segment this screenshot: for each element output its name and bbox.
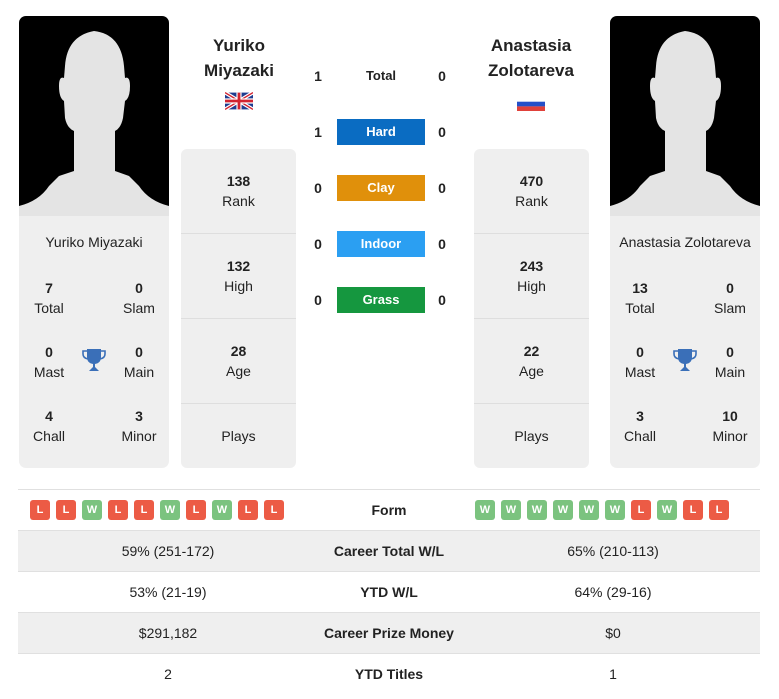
player1-stats: 138 Rank 132 High 28 Age Plays: [181, 149, 296, 468]
form-loss-badge[interactable]: L: [56, 500, 76, 520]
form-win-badge[interactable]: W: [527, 500, 547, 520]
form-win-badge[interactable]: W: [501, 500, 521, 520]
player2-titles-mast: 0 Mast: [624, 344, 656, 380]
form-win-badge[interactable]: W: [212, 500, 232, 520]
player2-age: 22 Age: [474, 319, 589, 404]
player1-card-name: Yuriko Miyazaki: [45, 234, 143, 250]
form-loss-badge[interactable]: L: [108, 500, 128, 520]
player1-high: 132 High: [181, 234, 296, 319]
form-win-badge[interactable]: W: [657, 500, 677, 520]
player1-age: 28 Age: [181, 319, 296, 404]
form-loss-badge[interactable]: L: [709, 500, 729, 520]
player2-rank: 470 Rank: [474, 149, 589, 234]
form-win-badge[interactable]: W: [160, 500, 180, 520]
player2-photo[interactable]: [610, 16, 760, 216]
ru-flag-icon: [517, 97, 545, 111]
player1-plays: Plays: [221, 428, 256, 444]
player2-titles-total: 13 Total: [625, 280, 655, 316]
silhouette-icon: [610, 31, 760, 216]
h2h-indoor: 0 Indoor 0: [300, 231, 460, 257]
gb-flag-icon: [225, 92, 253, 110]
player2-titles-minor: 10 Minor: [712, 408, 748, 444]
surface-grass-button[interactable]: Grass: [337, 287, 425, 313]
player2-name-link[interactable]: Anastasia Zolotareva: [461, 33, 601, 83]
comparison-row: $291,182 Career Prize Money $0: [18, 612, 760, 653]
form-loss-badge[interactable]: L: [264, 500, 284, 520]
form-loss-badge[interactable]: L: [186, 500, 206, 520]
player2-high: 243 High: [474, 234, 589, 319]
form-loss-badge[interactable]: L: [238, 500, 258, 520]
h2h-grass: 0 Grass 0: [300, 287, 460, 313]
silhouette-icon: [19, 31, 169, 216]
form-loss-badge[interactable]: L: [631, 500, 651, 520]
h2h-total: 1 Total 0: [300, 63, 460, 89]
player2-plays: Plays: [514, 428, 549, 444]
form-loss-badge[interactable]: L: [30, 500, 50, 520]
trophy-icon: [673, 349, 697, 371]
player1-titles-minor: 3 Minor: [121, 408, 157, 444]
form-loss-badge[interactable]: L: [683, 500, 703, 520]
comparison-row: 59% (251-172) Career Total W/L 65% (210-…: [18, 530, 760, 571]
player1-titles-main: 0 Main: [123, 344, 155, 380]
player2-card-name: Anastasia Zolotareva: [619, 234, 751, 250]
player1-titles-chall: 4 Chall: [33, 408, 65, 444]
surface-indoor-button[interactable]: Indoor: [337, 231, 425, 257]
surface-clay-button[interactable]: Clay: [337, 175, 425, 201]
h2h-total-label: Total: [365, 68, 397, 83]
player1-photo[interactable]: [19, 16, 169, 216]
form-win-badge[interactable]: W: [82, 500, 102, 520]
player1-titles-total: 7 Total: [34, 280, 64, 316]
player1-rank: 138 Rank: [181, 149, 296, 234]
form-win-badge[interactable]: W: [579, 500, 599, 520]
form-win-badge[interactable]: W: [553, 500, 573, 520]
form-win-badge[interactable]: W: [475, 500, 495, 520]
surface-hard-button[interactable]: Hard: [337, 119, 425, 145]
player2-stats: 470 Rank 243 High 22 Age Plays: [474, 149, 589, 468]
comparison-row: 2 YTD Titles 1: [18, 653, 760, 694]
player1-titles-mast: 0 Mast: [33, 344, 65, 380]
player1-form: LLWLLWLWLL: [27, 490, 287, 530]
player2-titles-slam: 0 Slam: [714, 280, 746, 316]
h2h-clay: 0 Clay 0: [300, 175, 460, 201]
form-loss-badge[interactable]: L: [134, 500, 154, 520]
player2-form: WWWWWWLWLL: [472, 490, 732, 530]
form-row: LLWLLWLWLL Form WWWWWWLWLL: [18, 489, 760, 530]
player2-card: Anastasia Zolotareva 13 Total 0 Slam 0 M…: [610, 16, 760, 468]
player2-titles-chall: 3 Chall: [624, 408, 656, 444]
player1-titles-slam: 0 Slam: [123, 280, 155, 316]
form-label: Form: [371, 502, 407, 518]
player2-titles-main: 0 Main: [714, 344, 746, 380]
trophy-icon: [82, 349, 106, 371]
player1-name-link[interactable]: Yuriko Miyazaki: [169, 33, 309, 83]
h2h-hard: 1 Hard 0: [300, 119, 460, 145]
player1-card: Yuriko Miyazaki 7 Total 0 Slam 0 Mast 0 …: [19, 16, 169, 468]
form-win-badge[interactable]: W: [605, 500, 625, 520]
comparison-row: 53% (21-19) YTD W/L 64% (29-16): [18, 571, 760, 612]
